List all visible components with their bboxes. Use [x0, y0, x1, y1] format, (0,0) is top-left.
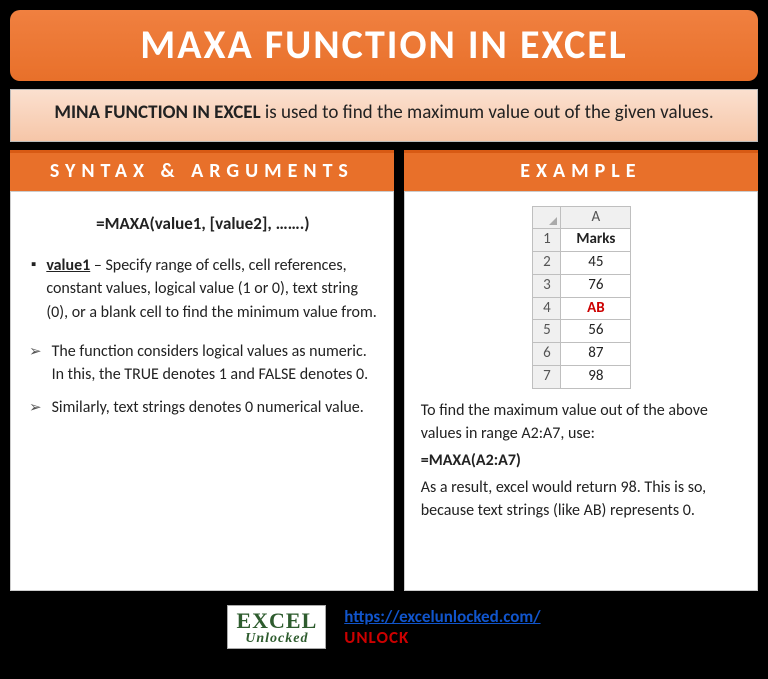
cell-value: 45 [561, 252, 631, 275]
table-row: 3 76 [533, 274, 631, 297]
cell-value: 56 [561, 320, 631, 343]
argument-item: value1 – Specify range of cells, cell re… [27, 254, 379, 324]
table-row: 5 56 [533, 320, 631, 343]
example-formula: =MAXA(A2:A7) [421, 449, 743, 472]
excel-table: A 1 Marks 2 45 3 76 4 AB [532, 206, 631, 389]
example-column: EXAMPLE A 1 Marks 2 45 3 76 [404, 150, 758, 591]
example-body: A 1 Marks 2 45 3 76 4 AB [404, 191, 758, 591]
row-num: 1 [533, 229, 561, 252]
logo: EXCEL Unlocked [227, 605, 326, 649]
table-row: 6 87 [533, 343, 631, 366]
row-num: 7 [533, 365, 561, 388]
syntax-note-2: Similarly, text strings denotes 0 numeri… [27, 396, 379, 420]
table-row: 7 98 [533, 365, 631, 388]
row-num: 5 [533, 320, 561, 343]
footer-right: https://excelunlocked.com/ UNLOCK [344, 606, 540, 648]
example-text-2: As a result, excel would return 98. This… [421, 476, 743, 522]
row-num: 3 [533, 274, 561, 297]
logo-bottom: Unlocked [236, 632, 317, 646]
page-title: MAXA FUNCTION IN EXCEL [10, 10, 758, 81]
example-header: EXAMPLE [404, 150, 758, 191]
description-box: MINA FUNCTION IN EXCEL is used to find t… [10, 89, 758, 142]
syntax-column: SYNTAX & ARGUMENTS =MAXA(value1, [value2… [10, 150, 394, 591]
cell-value: Marks [561, 229, 631, 252]
lock-icon: X [252, 608, 269, 633]
row-num: 4 [533, 297, 561, 320]
example-text-1: To find the maximum value out of the abo… [421, 399, 743, 445]
cell-value: 76 [561, 274, 631, 297]
syntax-note-1: The function considers logical values as… [27, 340, 379, 386]
syntax-header: SYNTAX & ARGUMENTS [10, 150, 394, 191]
syntax-body: =MAXA(value1, [value2], …….) value1 – Sp… [10, 191, 394, 591]
table-corner [533, 206, 561, 229]
col-header-a: A [561, 206, 631, 229]
description-text: is used to find the maximum value out of… [261, 101, 714, 124]
footer-unlock: UNLOCK [344, 627, 409, 648]
footer: EXCEL Unlocked https://excelunlocked.com… [10, 599, 758, 649]
arg-name: value1 [46, 256, 90, 275]
table-row: 4 AB [533, 297, 631, 320]
table-row: 1 Marks [533, 229, 631, 252]
cell-value: 87 [561, 343, 631, 366]
row-num: 6 [533, 343, 561, 366]
table-row: 2 45 [533, 252, 631, 275]
logo-top: EXCEL [236, 610, 317, 632]
syntax-formula: =MAXA(value1, [value2], …….) [27, 212, 379, 237]
arg-desc: – Specify range of cells, cell reference… [46, 256, 376, 321]
columns: SYNTAX & ARGUMENTS =MAXA(value1, [value2… [10, 150, 758, 591]
description-bold: MINA FUNCTION IN EXCEL [54, 101, 260, 124]
row-num: 2 [533, 252, 561, 275]
cell-value: 98 [561, 365, 631, 388]
footer-link[interactable]: https://excelunlocked.com/ [344, 606, 540, 627]
cell-value-ab: AB [561, 297, 631, 320]
